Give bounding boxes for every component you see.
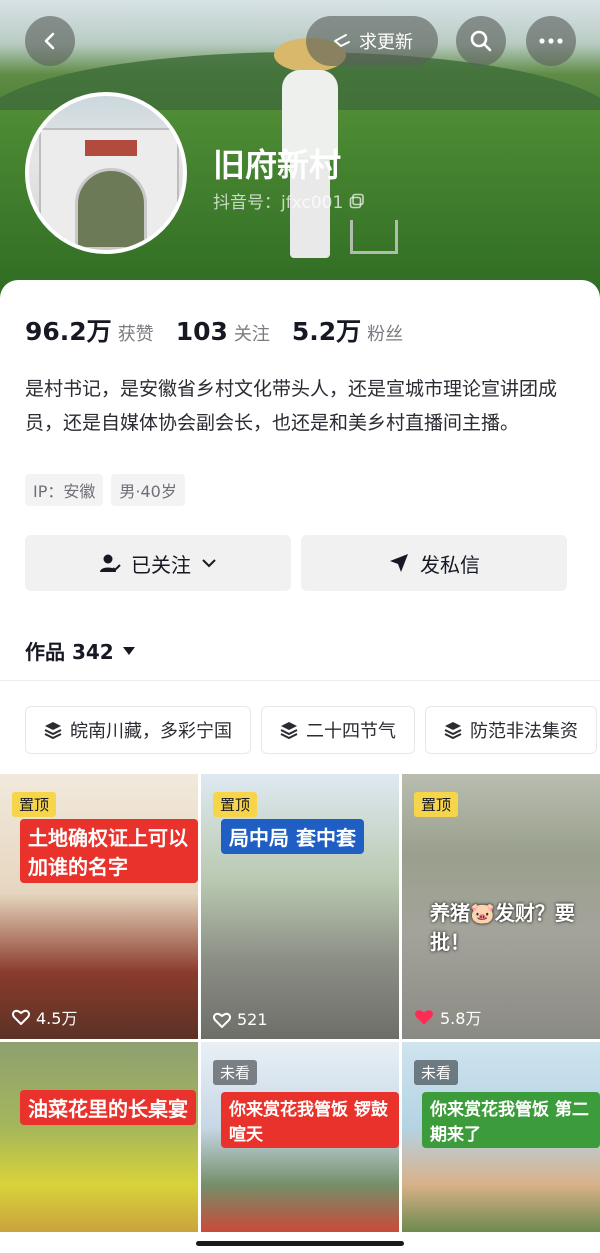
unwatched-badge: 未看: [213, 1060, 258, 1085]
stat-number: 96.2万: [25, 317, 112, 346]
stat-label: 获赞: [117, 324, 154, 345]
like-count: 521: [213, 1010, 268, 1029]
video-tile[interactable]: 未看 你来赏花我管饭 锣鼓喧天: [201, 1042, 399, 1232]
video-grid: 置顶 土地确权证上可以加谁的名字 4.5万 置顶 局中局 套中套 521 置顶 …: [0, 774, 600, 1232]
action-buttons: 已关注 发私信: [25, 535, 567, 591]
send-message-label: 发私信: [420, 552, 480, 577]
heart-outline-icon: [213, 1012, 231, 1028]
video-caption: 养猪🐷发财？要批！: [430, 901, 575, 954]
video-caption: 土地确权证上可以加谁的名字: [20, 819, 198, 883]
ladder: [350, 220, 398, 254]
stat-label: 粉丝: [367, 324, 404, 345]
douyin-id-text: 抖音号：jfxc001: [213, 193, 344, 213]
search-icon: [470, 30, 492, 52]
heart-outline-icon: [12, 1009, 30, 1025]
collection-chip[interactable]: 防范非法集资: [425, 706, 597, 754]
village-gate-image: [39, 128, 179, 250]
pointer-hand-icon: [334, 34, 350, 48]
account-name: 旧府新村: [213, 146, 342, 184]
stat-number: 5.2万: [291, 317, 362, 346]
ip-tag: IP：安徽: [25, 474, 104, 506]
copy-icon[interactable]: [349, 193, 365, 209]
layers-icon: [280, 722, 298, 739]
avatar[interactable]: [25, 92, 187, 254]
video-tile[interactable]: 置顶 养猪🐷发财？要批！ 5.8万: [402, 774, 600, 1039]
more-button[interactable]: [526, 16, 576, 66]
video-caption: 局中局 套中套: [221, 819, 364, 854]
video-tile[interactable]: 未看 你来赏花我管饭 第二期来了: [402, 1042, 600, 1232]
like-count: 5.8万: [414, 1005, 481, 1029]
like-count: 4.5万: [12, 1005, 77, 1029]
layers-icon: [44, 722, 62, 739]
works-tab[interactable]: 作品 342: [25, 636, 136, 665]
pinned-badge: 置顶: [213, 792, 258, 817]
search-button[interactable]: [456, 16, 506, 66]
stat-number: 103: [175, 317, 228, 346]
video-caption: 油菜花里的长桌宴: [20, 1090, 196, 1125]
gate-arch: [75, 168, 147, 250]
divider: [0, 680, 600, 681]
send-icon: [390, 554, 408, 572]
chevron-down-icon: [202, 559, 216, 568]
like-count-text: 521: [237, 1010, 268, 1029]
layers-icon: [444, 722, 462, 739]
request-update-button[interactable]: 求更新: [306, 16, 438, 66]
pinned-badge: 置顶: [414, 792, 459, 817]
user-check-icon: [100, 554, 121, 572]
following-label: 已关注: [131, 552, 191, 577]
collection-label: 二十四节气: [306, 721, 396, 742]
stats-row: 96.2万 获赞 103 关注 5.2万 粉丝: [25, 312, 403, 348]
video-tile[interactable]: 置顶 局中局 套中套 521: [201, 774, 399, 1039]
collection-chip[interactable]: 二十四节气: [261, 706, 415, 754]
following-button[interactable]: 已关注: [25, 535, 291, 591]
stat-label: 关注: [233, 324, 270, 345]
gate-plaque: [85, 140, 137, 156]
send-message-button[interactable]: 发私信: [301, 535, 567, 591]
pinned-badge: 置顶: [12, 792, 57, 817]
collection-chip[interactable]: 皖南川藏，多彩宁国: [25, 706, 251, 754]
stat-following[interactable]: 103 关注: [176, 317, 270, 346]
stat-followers[interactable]: 5.2万 粉丝: [292, 312, 403, 348]
collections-row: 皖南川藏，多彩宁国 二十四节气 防范非法集资: [25, 706, 597, 754]
heart-filled-icon: [415, 1010, 433, 1025]
collection-label: 防范非法集资: [470, 721, 578, 742]
request-update-label: 求更新: [359, 32, 413, 53]
unwatched-badge: 未看: [414, 1060, 459, 1085]
more-dots-icon: [539, 38, 563, 44]
video-caption: 你来赏花我管饭 锣鼓喧天: [221, 1092, 399, 1148]
video-tile[interactable]: 置顶 土地确权证上可以加谁的名字 4.5万: [0, 774, 198, 1039]
video-caption: 你来赏花我管饭 第二期来了: [422, 1092, 600, 1148]
like-count-text: 5.8万: [440, 1009, 482, 1028]
gender-age-tag: 男·40岁: [111, 474, 185, 506]
douyin-id[interactable]: 抖音号：jfxc001: [213, 188, 365, 213]
caret-down-icon: [122, 646, 135, 655]
bio-text: 是村书记，是安徽省乡村文化带头人，还是宣城市理论宣讲团成员，还是自媒体协会副会长…: [25, 378, 558, 434]
stat-likes[interactable]: 96.2万 获赞: [25, 312, 154, 348]
chevron-left-icon: [44, 32, 55, 50]
collection-label: 皖南川藏，多彩宁国: [70, 721, 232, 742]
profile-tags: IP：安徽 男·40岁: [25, 474, 185, 506]
home-indicator[interactable]: [196, 1241, 404, 1246]
video-tile[interactable]: 油菜花里的长桌宴: [0, 1042, 198, 1232]
works-count-label: 作品 342: [25, 640, 114, 664]
back-button[interactable]: [25, 16, 75, 66]
like-count-text: 4.5万: [36, 1009, 78, 1028]
